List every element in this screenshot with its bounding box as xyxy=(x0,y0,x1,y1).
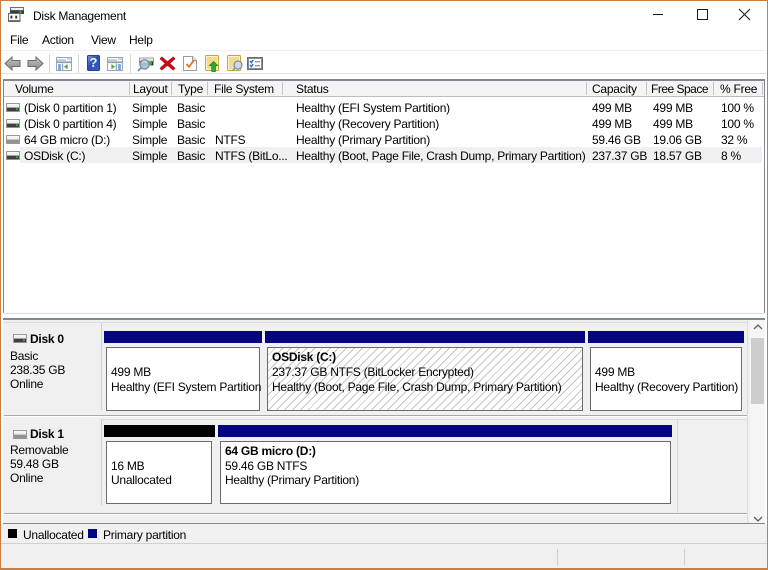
svg-text:?: ? xyxy=(90,55,98,70)
